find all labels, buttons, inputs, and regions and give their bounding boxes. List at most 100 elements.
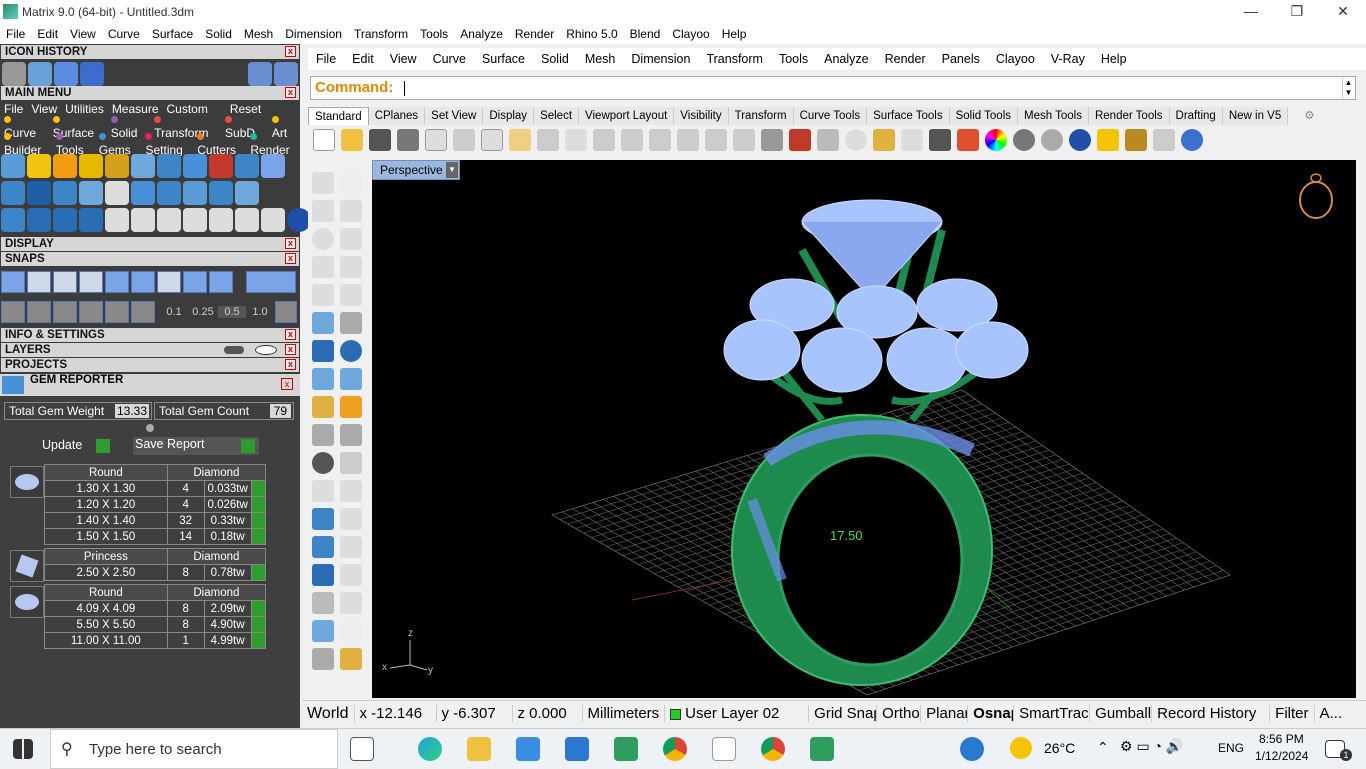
sidebar-toggle-icon[interactable] [261, 153, 285, 178]
main-menu-header[interactable]: MAIN MENU x [1, 86, 299, 100]
scale-icon[interactable] [131, 207, 155, 232]
render-sphere-icon[interactable] [1069, 129, 1091, 151]
task-view-icon[interactable] [350, 737, 374, 761]
status-world[interactable]: World [302, 704, 355, 723]
arrow-right-icon[interactable] [274, 61, 298, 86]
pave-tool-icon[interactable] [131, 153, 155, 178]
tab-surface-tools[interactable]: Surface Tools [867, 107, 950, 125]
taskbar-search-box[interactable]: ⚲ Type here to search [50, 729, 338, 769]
close-icon[interactable]: x [285, 329, 296, 340]
rmenu-surface[interactable]: Surface [474, 52, 533, 66]
pattern-tool-icon[interactable] [235, 180, 259, 205]
boolean-union-icon[interactable] [312, 452, 334, 474]
surface-from-points-icon[interactable] [312, 312, 334, 334]
menu-help[interactable]: Help [716, 27, 753, 41]
rendered-sphere-icon[interactable] [1041, 129, 1063, 151]
chamfer-icon[interactable] [340, 480, 362, 502]
close-icon[interactable]: x [285, 87, 296, 98]
polygon-icon[interactable] [312, 284, 334, 306]
gem-drop-icon[interactable] [157, 153, 181, 178]
menu-tools[interactable]: Tools [414, 27, 454, 41]
snaps-header[interactable]: SNAPS x [1, 252, 299, 266]
rotate-tool-icon[interactable] [27, 207, 51, 232]
file-explorer-icon[interactable] [467, 737, 491, 761]
menu-view[interactable]: View [64, 27, 102, 41]
cluster-tool-icon[interactable] [183, 180, 207, 205]
control-points-icon[interactable] [340, 396, 362, 418]
close-icon[interactable]: x [285, 359, 296, 370]
split-icon[interactable] [340, 424, 362, 446]
line-icon[interactable] [53, 300, 77, 323]
status-osnap[interactable]: Osnap [968, 705, 1015, 722]
band-tool-icon[interactable] [1, 180, 25, 205]
rmenu-tools[interactable]: Tools [771, 52, 816, 66]
chrome-profile-icon[interactable] [761, 737, 785, 761]
gem-icon[interactable] [54, 61, 78, 86]
bend-icon[interactable] [183, 207, 207, 232]
undo-icon[interactable] [537, 129, 559, 151]
four-viewports-icon[interactable] [761, 129, 783, 151]
status-layer[interactable]: User Layer 02 [665, 705, 810, 722]
system-tray-icons[interactable]: ⚙ ▭ ◔ 🔊 [1120, 738, 1183, 755]
ellipse-icon[interactable] [340, 228, 362, 250]
tab-curve-tools[interactable]: Curve Tools [793, 107, 868, 125]
clock-date[interactable]: 1/12/2024 [1255, 749, 1308, 763]
tab-visibility[interactable]: Visibility [674, 107, 729, 125]
gear-icon[interactable]: ⚙ [1298, 107, 1320, 125]
mirror-icon[interactable] [235, 207, 259, 232]
copy-icon[interactable] [481, 129, 503, 151]
color-wheel-icon[interactable] [985, 129, 1007, 151]
bezel-tool-icon[interactable] [105, 153, 129, 178]
info-settings-header[interactable]: INFO & SETTINGS x [1, 328, 299, 342]
menu-mesh[interactable]: Mesh [238, 27, 279, 41]
row-arrow-button[interactable] [250, 616, 267, 633]
setting-tool-icon[interactable] [235, 153, 259, 178]
matrix-taskbar-icon[interactable] [614, 737, 638, 761]
temperature-label[interactable]: 26°C [1044, 740, 1075, 756]
snap-icon[interactable] [817, 129, 839, 151]
snap-point-button[interactable] [53, 270, 77, 293]
diamond-tool-icon[interactable] [27, 180, 51, 205]
head-tool-icon[interactable] [79, 153, 103, 178]
cube-icon[interactable] [27, 300, 51, 323]
dimension-icon[interactable] [340, 508, 362, 530]
points-icon[interactable] [873, 129, 895, 151]
lock-icon[interactable] [929, 129, 951, 151]
snap-near-button[interactable] [27, 270, 51, 293]
menu-blend[interactable]: Blend [624, 27, 667, 41]
array-grid-icon[interactable] [312, 592, 334, 614]
open-folder-icon[interactable] [341, 129, 363, 151]
menu-clayoo[interactable]: Clayoo [666, 27, 715, 41]
tab-mesh-tools[interactable]: Mesh Tools [1018, 107, 1089, 125]
zoom-app-icon[interactable] [712, 737, 736, 761]
box-icon[interactable] [312, 340, 334, 362]
trim-icon[interactable] [312, 424, 334, 446]
cylinder-icon[interactable] [312, 368, 334, 390]
zoom-icon[interactable] [621, 129, 643, 151]
clock-time[interactable]: 8:56 PM [1259, 732, 1304, 746]
menu-dimension[interactable]: Dimension [279, 27, 348, 41]
snap-int-button[interactable] [131, 270, 155, 293]
group-icon[interactable] [312, 536, 334, 558]
explode-icon[interactable] [340, 452, 362, 474]
menu-file[interactable]: File [0, 27, 31, 41]
distance-icon[interactable] [340, 592, 362, 614]
rmenu-transform[interactable]: Transform [698, 52, 771, 66]
store-icon[interactable] [516, 737, 540, 761]
mesh-icon[interactable] [312, 648, 334, 670]
help-icon[interactable] [1181, 129, 1203, 151]
hierarchy-icon[interactable] [1153, 129, 1175, 151]
analyze-icon[interactable] [312, 620, 334, 642]
projects-header[interactable]: PROJECTS x [1, 358, 299, 372]
arc-icon[interactable] [312, 256, 334, 278]
status-smarttrack[interactable]: SmartTrack [1014, 705, 1091, 722]
shank-tool-icon[interactable] [53, 153, 77, 178]
rotate-view-icon[interactable] [593, 129, 615, 151]
rectangle-icon[interactable] [340, 256, 362, 278]
gem-seat-icon[interactable] [157, 180, 181, 205]
rmenu-help[interactable]: Help [1093, 52, 1135, 66]
row-arrow-button[interactable] [250, 632, 267, 649]
rmenu-curve[interactable]: Curve [425, 52, 474, 66]
weather-icon[interactable] [1010, 737, 1032, 759]
select-arrow-icon[interactable] [312, 172, 334, 194]
